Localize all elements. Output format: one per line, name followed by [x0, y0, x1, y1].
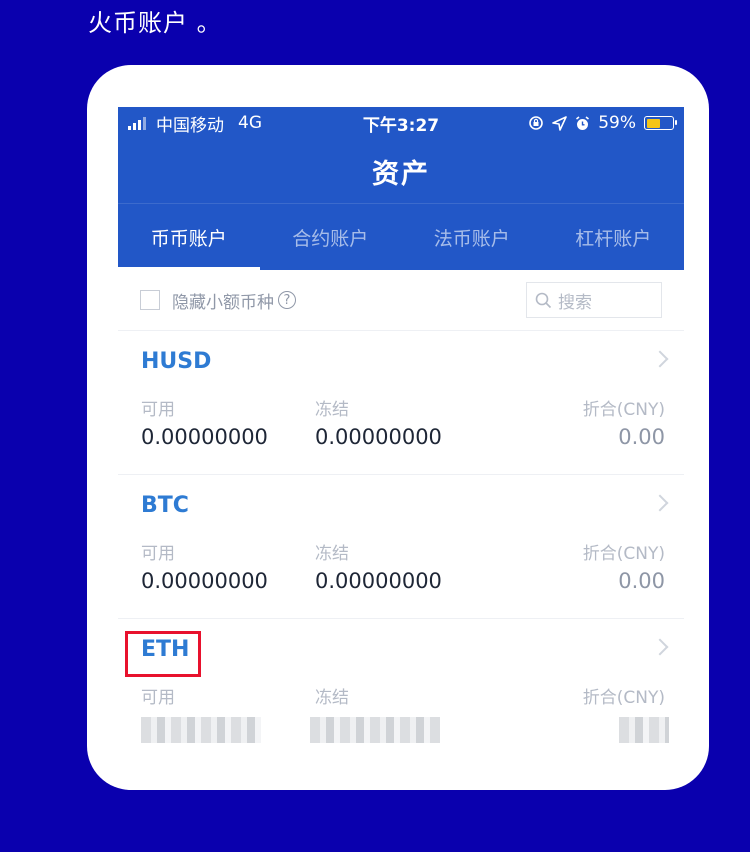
tab-margin-account[interactable]: 杠杆账户 — [543, 204, 685, 270]
battery-percent: 59% — [598, 113, 636, 133]
account-tabs: 币币账户 合约账户 法币账户 杠杆账户 — [118, 203, 684, 270]
status-left: 中国移动 4G — [128, 111, 262, 136]
tab-contract-account[interactable]: 合约账户 — [260, 204, 402, 270]
signal-icon — [128, 116, 146, 130]
chevron-right-icon — [651, 494, 669, 512]
status-bar: 中国移动 4G 下午3:27 59% — [118, 107, 684, 139]
blurred-frozen-value — [310, 717, 440, 743]
filter-bar: 隐藏小额币种 ? 搜索 — [118, 270, 684, 331]
help-icon[interactable]: ? — [278, 291, 296, 309]
search-input[interactable]: 搜索 — [526, 282, 662, 318]
chevron-right-icon — [651, 350, 669, 368]
battery-icon — [644, 116, 677, 130]
tab-spot-account[interactable]: 币币账户 — [118, 204, 260, 270]
hide-small-label[interactable]: 隐藏小额币种 — [172, 288, 274, 313]
alarm-icon — [576, 115, 590, 130]
search-icon — [535, 292, 552, 308]
instruction-caption: 火币账户 。 — [88, 9, 222, 37]
tab-fiat-account[interactable]: 法币账户 — [401, 204, 543, 270]
coin-name: ETH — [141, 637, 190, 662]
available-label: 可用 — [141, 400, 175, 420]
page-title: 资产 — [118, 139, 684, 203]
available-label: 可用 — [141, 544, 175, 564]
frozen-value: 0.00000000 — [315, 569, 442, 593]
frozen-label: 冻结 — [315, 544, 349, 564]
search-placeholder: 搜索 — [558, 292, 592, 313]
status-right: 59% — [528, 113, 677, 133]
carrier-label: 中国移动 — [156, 115, 224, 136]
available-label: 可用 — [141, 688, 175, 708]
rotation-lock-icon — [529, 116, 544, 130]
phone-screen: 中国移动 4G 下午3:27 59% 资产 币币账户 合约账户 法币账户 杠杆账… — [118, 107, 684, 755]
blurred-available-value — [141, 717, 261, 743]
hide-small-checkbox[interactable] — [140, 290, 160, 310]
asset-row-eth[interactable]: ETH 可用 冻结 折合(CNY) — [118, 619, 684, 755]
coin-name: HUSD — [141, 349, 212, 374]
frozen-label: 冻结 — [315, 400, 349, 420]
available-value: 0.00000000 — [141, 425, 268, 449]
available-value: 0.00000000 — [141, 569, 268, 593]
frozen-label: 冻结 — [315, 688, 349, 708]
network-label: 4G — [238, 113, 262, 133]
frozen-value: 0.00000000 — [315, 425, 442, 449]
cny-label: 折合(CNY) — [582, 688, 665, 708]
cny-value: 0.00 — [618, 569, 665, 593]
asset-row-husd[interactable]: HUSD 可用 冻结 折合(CNY) 0.00000000 0.00000000… — [118, 331, 684, 475]
blurred-cny-value — [619, 717, 669, 743]
location-icon — [552, 115, 568, 131]
cny-label: 折合(CNY) — [582, 544, 665, 564]
cny-value: 0.00 — [618, 425, 665, 449]
cny-label: 折合(CNY) — [582, 400, 665, 420]
asset-row-btc[interactable]: BTC 可用 冻结 折合(CNY) 0.00000000 0.00000000 … — [118, 475, 684, 619]
coin-name: BTC — [141, 493, 189, 518]
battery-fill — [646, 118, 661, 128]
screenshot-card: 中国移动 4G 下午3:27 59% 资产 币币账户 合约账户 法币账户 杠杆账… — [87, 65, 709, 790]
chevron-right-icon — [651, 638, 669, 656]
